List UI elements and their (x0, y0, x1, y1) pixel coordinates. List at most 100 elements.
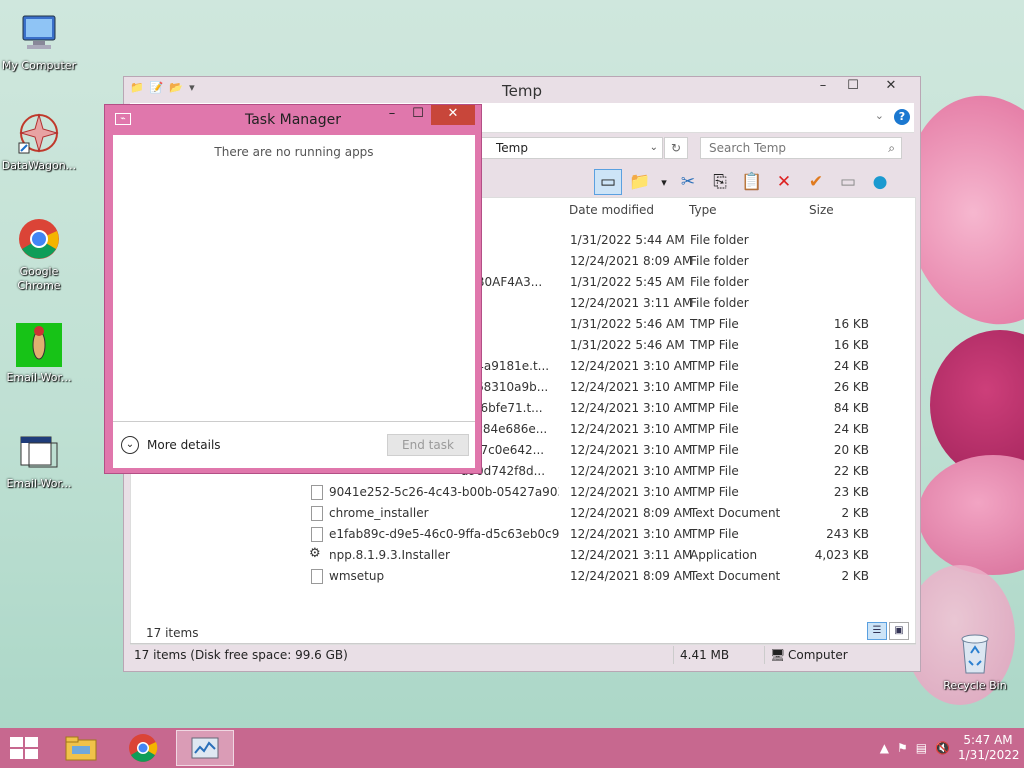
clock-date: 1/31/2022 (958, 748, 1020, 762)
table-row[interactable]: wmsetup 12/24/2021 8:09 AM Text Document 2 … (131, 566, 915, 587)
column-date-modified[interactable]: Date modified (569, 203, 654, 217)
minimize-button[interactable]: – (379, 105, 405, 125)
search-icon: ⌕ (888, 141, 895, 155)
minimize-button[interactable]: – (808, 77, 838, 97)
status-location: Computer (788, 648, 848, 662)
refresh-button[interactable]: ↻ (664, 137, 688, 159)
chevron-down-icon[interactable]: ▾ (658, 169, 670, 195)
file-date: 12/24/2021 3:10 AM (570, 464, 693, 478)
file-type: TMP File (690, 443, 739, 457)
file-size: 16 KB (833, 338, 869, 352)
desktop-icon-email-worm-1[interactable]: Email-Wor... (0, 322, 79, 385)
file-date: 12/24/2021 8:09 AM (570, 569, 693, 583)
rename-button[interactable]: ▭ (834, 169, 862, 195)
status-items: 17 items (Disk free space: 99.6 GB) (134, 648, 348, 662)
file-date: 12/24/2021 3:10 AM (570, 380, 693, 394)
desktop-icon-datawagon[interactable]: DataWagon... (0, 110, 79, 173)
file-size: 84 KB (833, 401, 869, 415)
desktop-icon-email-worm-2[interactable]: Email-Wor... (0, 428, 79, 491)
file-date: 1/31/2022 5:46 AM (570, 317, 685, 331)
computer-icon (16, 10, 62, 56)
volume-muted-icon[interactable]: 🔇 (935, 741, 950, 755)
file-date: 12/24/2021 3:10 AM (570, 527, 693, 541)
explorer-titlebar[interactable]: 📁 📝 📂 ▾ Temp – ☐ ✕ (124, 77, 920, 103)
table-row[interactable]: ⚙ npp.8.1.9.3.Installer 12/24/2021 3:11 AM… (131, 545, 915, 566)
details-view-button[interactable]: ☰ (867, 622, 887, 640)
chevron-down-icon: ⌄ (121, 436, 139, 454)
end-task-button[interactable]: End task (387, 434, 469, 456)
file-date: 12/24/2021 3:10 AM (570, 401, 693, 415)
show-hidden-icons-icon[interactable]: ▲ (880, 741, 889, 755)
chrome-icon (16, 216, 62, 262)
cut-button[interactable]: ✂ (674, 169, 702, 195)
task-manager-titlebar[interactable]: ⌁ Task Manager – ☐ ✕ (105, 105, 481, 133)
clock[interactable]: 5:47 AM 1/31/2022 (958, 733, 1020, 763)
email-worm-icon (16, 322, 62, 368)
desktop-icon-label: Recycle Bin (943, 679, 1007, 692)
recycle-bin-icon (952, 630, 998, 676)
file-name: npp.8.1.9.3.Installer (329, 548, 450, 562)
desktop-icon-recycle-bin[interactable]: Recycle Bin (935, 630, 1015, 693)
file-size: 16 KB (833, 317, 869, 331)
file-date: 12/24/2021 8:09 AM (570, 506, 693, 520)
status-bar: 17 items (Disk free space: 99.6 GB) 4.41… (130, 643, 916, 665)
check-button[interactable]: ✔ (802, 169, 830, 195)
paste-button[interactable]: 📋 (738, 169, 766, 195)
file-type: TMP File (690, 338, 739, 352)
file-explorer-taskbar-icon[interactable] (52, 730, 110, 766)
action-center-flag-icon[interactable]: ⚑ (897, 741, 908, 755)
file-date: 12/24/2021 3:11 AM (570, 548, 693, 562)
table-row[interactable]: chrome_installer 12/24/2021 8:09 AM Text D… (131, 503, 915, 524)
file-size: 24 KB (833, 422, 869, 436)
file-date: 1/31/2022 5:46 AM (570, 338, 685, 352)
file-size: 243 KB (826, 527, 869, 541)
file-type: Text Document (690, 506, 781, 520)
more-details-button[interactable]: ⌄ More details (121, 436, 221, 454)
maximize-button[interactable]: ☐ (838, 77, 868, 97)
desktop-icon-my-computer[interactable]: My Computer (0, 10, 79, 73)
close-button[interactable]: ✕ (868, 77, 914, 97)
file-type: Text Document (690, 569, 781, 583)
network-icon[interactable]: ▤ (916, 741, 927, 755)
globe-button[interactable]: ● (866, 169, 894, 195)
windows-start-icon[interactable] (10, 737, 38, 759)
address-text: Temp (496, 141, 528, 155)
file-size: 4,023 KB (814, 548, 869, 562)
file-icon (311, 485, 323, 500)
table-row[interactable]: e1fab89c-d9e5-46c0-9ffa-d5c63eb0c9ea.t..… (131, 524, 915, 545)
file-type: TMP File (690, 380, 739, 394)
file-size: 20 KB (833, 443, 869, 457)
file-type: File folder (690, 275, 749, 289)
search-input[interactable]: Search Temp ⌕ (700, 137, 902, 159)
preview-pane-button[interactable]: ▭ (594, 169, 622, 195)
folder-options-button[interactable]: 📁 (626, 169, 654, 195)
chrome-taskbar-icon[interactable] (114, 730, 172, 766)
file-type: TMP File (690, 422, 739, 436)
large-icons-view-button[interactable]: ▣ (889, 622, 909, 640)
file-type: File folder (690, 233, 749, 247)
status-size: 4.41 MB (680, 648, 730, 662)
file-type: TMP File (690, 485, 739, 499)
address-bar[interactable]: Temp ⌄ (479, 137, 663, 159)
task-manager-taskbar-icon[interactable] (176, 730, 234, 766)
column-size[interactable]: Size (809, 203, 834, 217)
file-date: 1/31/2022 5:45 AM (570, 275, 685, 289)
file-date: 12/24/2021 3:11 AM (570, 296, 693, 310)
table-row[interactable]: 9041e252-5c26-4c43-b00b-05427a903759....… (131, 482, 915, 503)
clock-time: 5:47 AM (963, 733, 1013, 747)
more-details-label: More details (147, 438, 221, 452)
column-type[interactable]: Type (689, 203, 717, 217)
desktop-icon-google-chrome[interactable]: Google Chrome (0, 216, 79, 293)
file-size: 23 KB (833, 485, 869, 499)
chevron-down-icon[interactable]: ⌄ (650, 138, 658, 158)
file-type: TMP File (690, 401, 739, 415)
copy-button[interactable]: ⎘ (706, 169, 734, 195)
file-icon (311, 569, 323, 584)
close-button[interactable]: ✕ (431, 105, 475, 125)
file-date: 12/24/2021 3:10 AM (570, 422, 693, 436)
file-name: chrome_installer (329, 506, 429, 520)
help-icon[interactable]: ? (894, 109, 910, 125)
delete-button[interactable]: ✕ (770, 169, 798, 195)
maximize-button[interactable]: ☐ (405, 105, 431, 125)
expand-ribbon-icon[interactable]: ⌄ (875, 109, 884, 122)
